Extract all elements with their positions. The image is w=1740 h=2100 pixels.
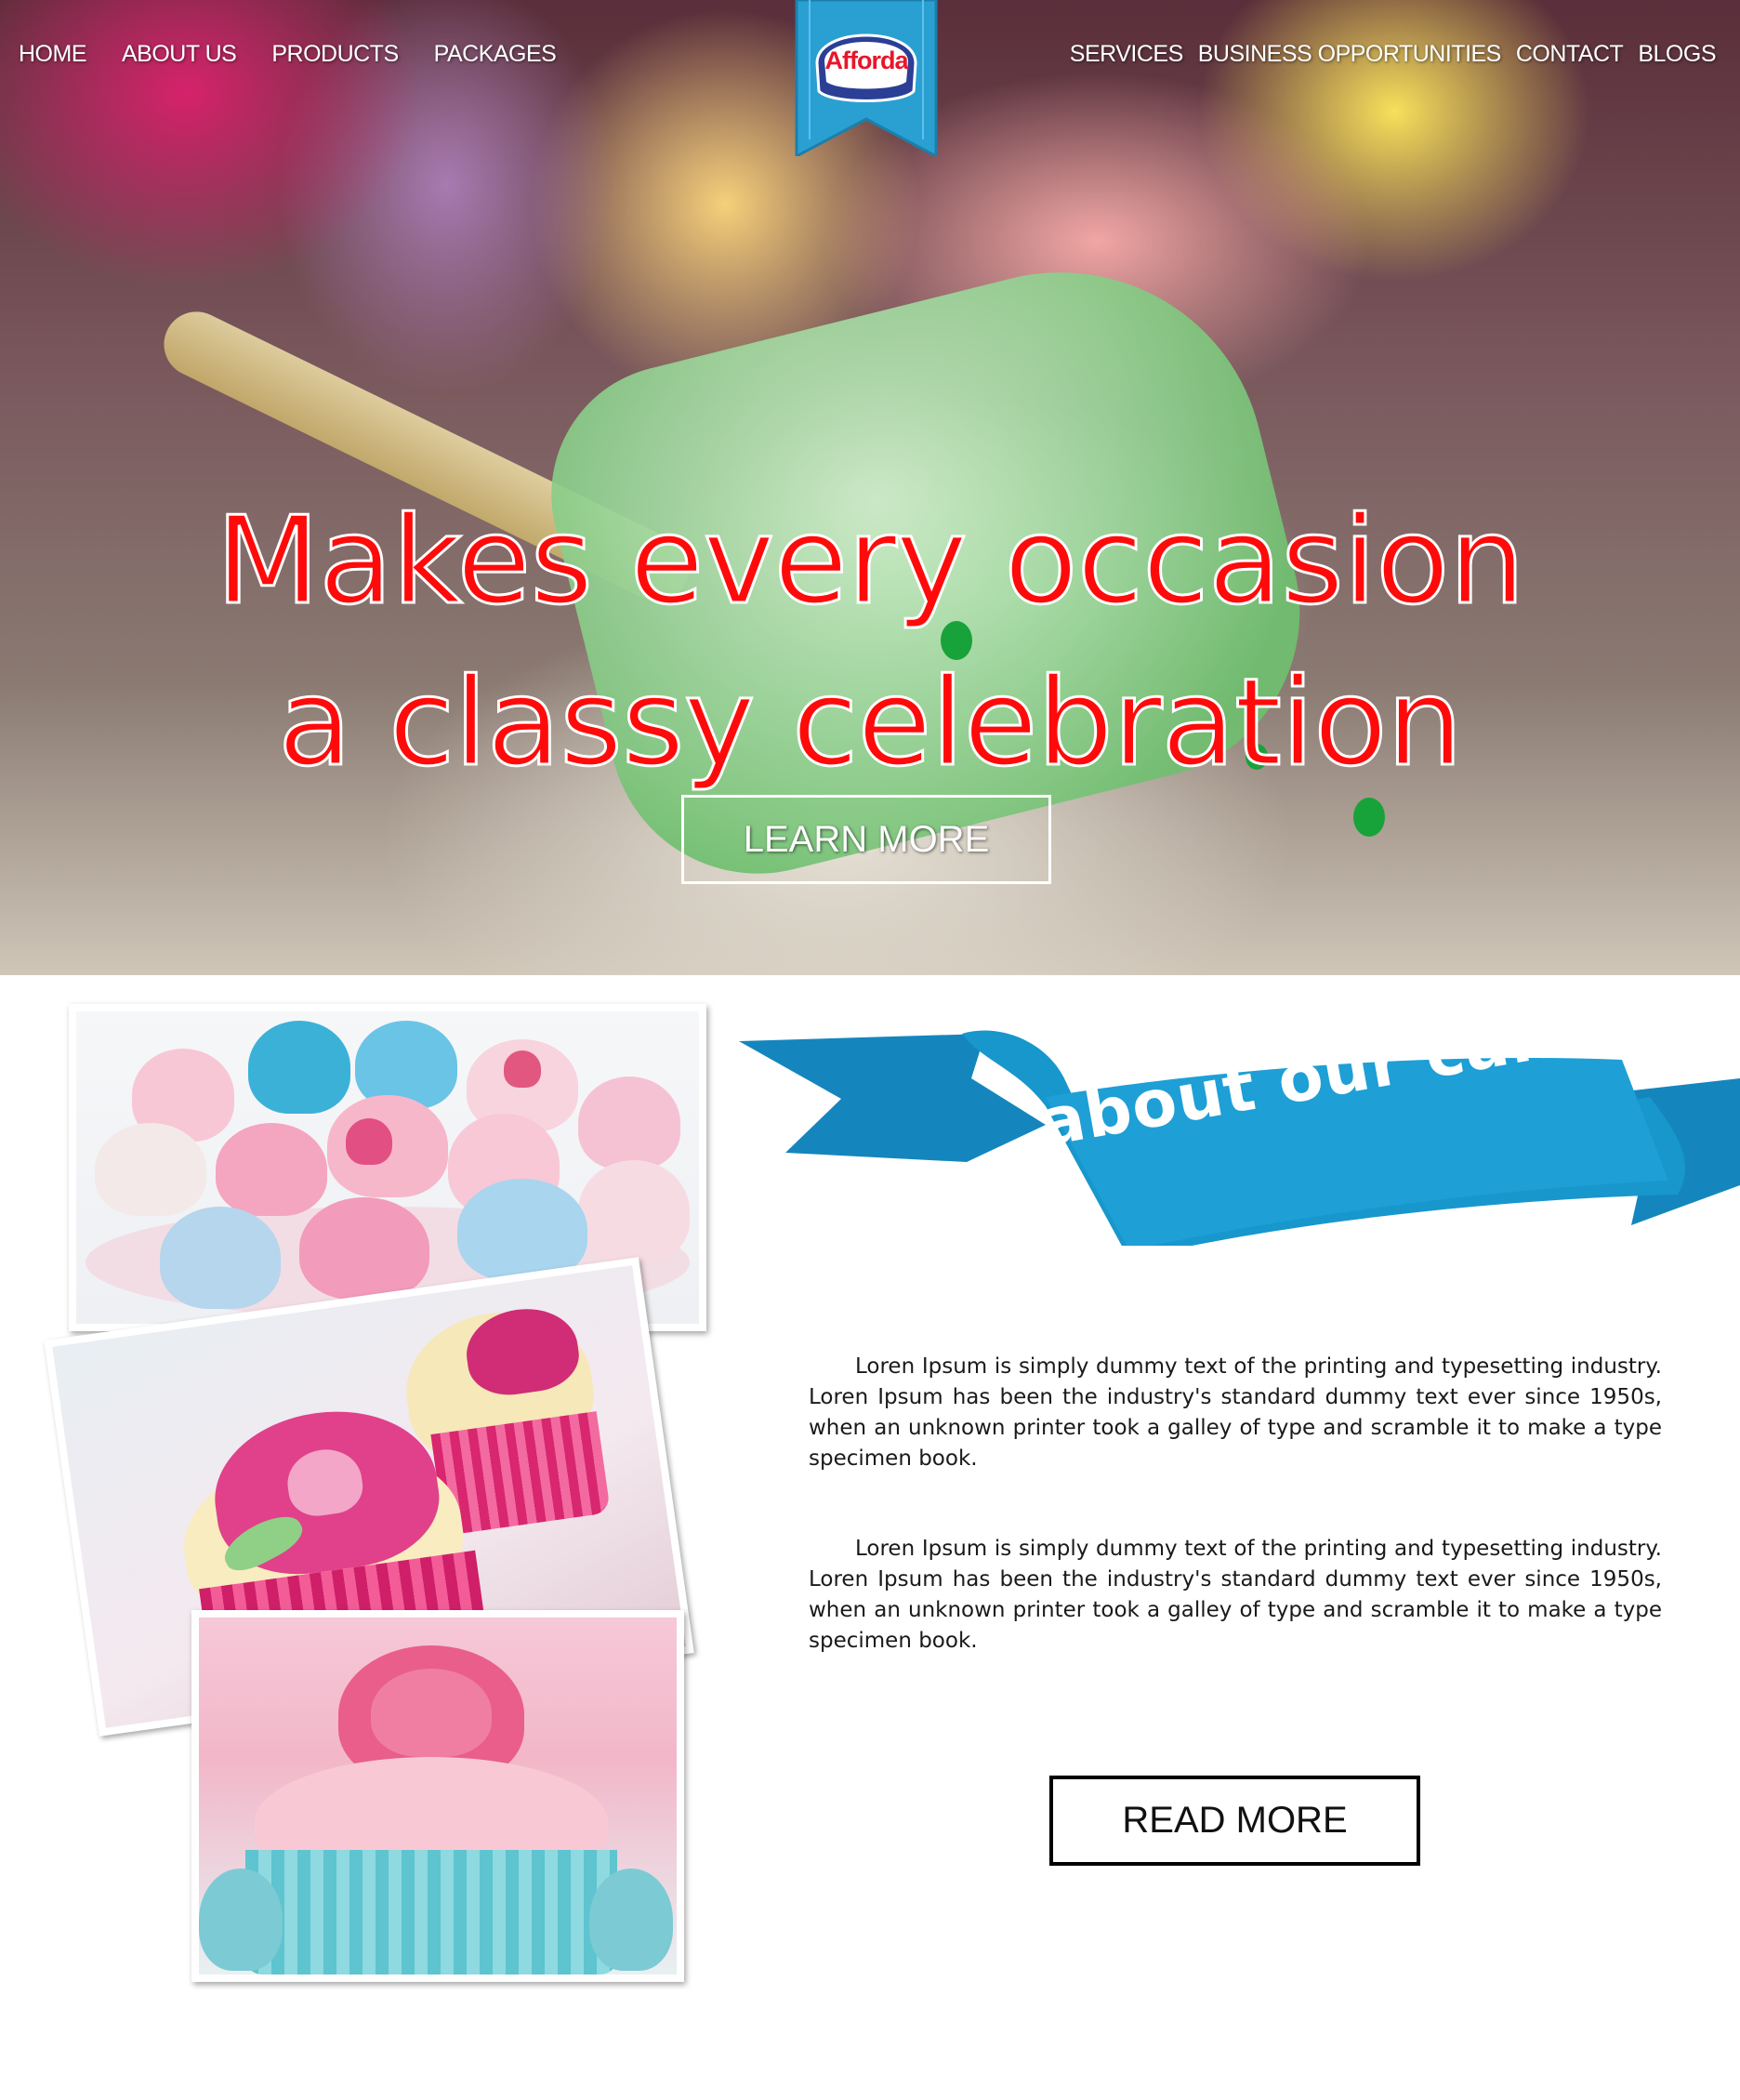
afforda-logo[interactable]: Afforda (793, 0, 940, 159)
about-paragraph: Loren Ipsum is simply dummy text of the … (809, 1354, 1662, 1471)
popsicle-spot (1353, 798, 1385, 837)
about-paragraph: Loren Ipsum is simply dummy text of the … (809, 1537, 1662, 1653)
nav-packages[interactable]: PACKAGES (434, 41, 557, 68)
logo-text: Afforda (824, 46, 909, 74)
learn-more-button[interactable]: LEARN MORE (681, 795, 1051, 884)
nav-business-opportunities[interactable]: BUSINESS OPPORTUNITIES (1198, 41, 1502, 68)
nav-contact[interactable]: CONTACT (1516, 41, 1624, 68)
nav-blogs[interactable]: BLOGS (1638, 41, 1716, 68)
read-more-button[interactable]: READ MORE (1049, 1776, 1420, 1866)
logo-ribbon-icon (795, 0, 938, 159)
nav-products[interactable]: PRODUCTS (271, 41, 399, 68)
hero-headline-line1: Makes every occasion (214, 490, 1526, 631)
nav-right: SERVICES BUSINESS OPPORTUNITIES CONTACT … (1055, 41, 1717, 68)
rose-cupcake-photo (191, 1610, 684, 1982)
hero-banner: HOME ABOUT US PRODUCTS PACKAGES Afforda … (0, 0, 1740, 975)
nav-services[interactable]: SERVICES (1070, 41, 1183, 68)
nav-left: HOME ABOUT US PRODUCTS PACKAGES (19, 41, 591, 68)
hero-headline-line2: a classy celebration (276, 652, 1464, 793)
nav-about-us[interactable]: ABOUT US (122, 41, 237, 68)
nav-home[interactable]: HOME (19, 41, 87, 68)
